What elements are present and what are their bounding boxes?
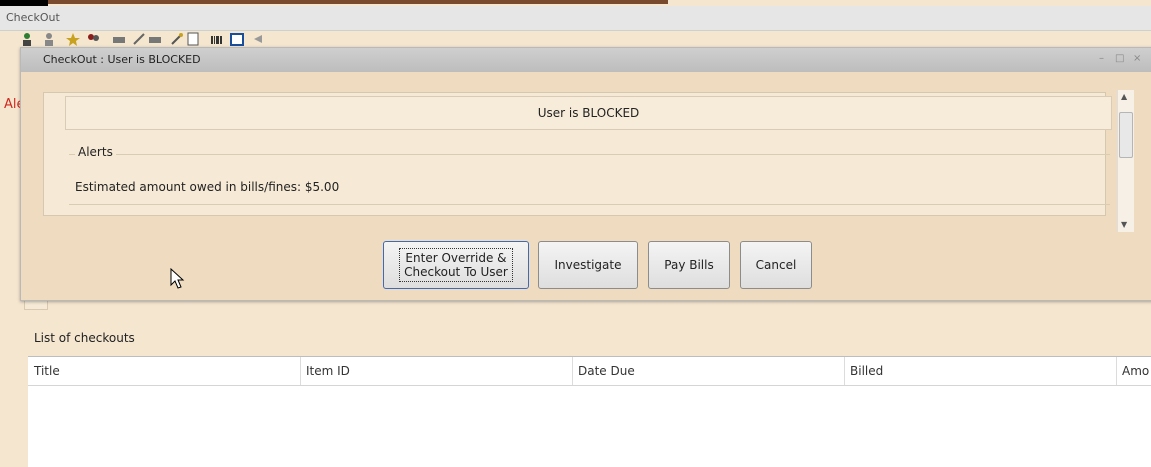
column-divider[interactable] [572, 357, 573, 385]
investigate-button[interactable]: Investigate [538, 241, 638, 289]
maximize-button[interactable]: □ [1115, 53, 1124, 64]
document-icon[interactable] [186, 32, 200, 46]
window-top-accent [48, 0, 668, 4]
app-title-bar: CheckOut [0, 6, 1151, 31]
dialog-title: CheckOut : User is BLOCKED [43, 53, 201, 66]
override-checkout-button[interactable]: Enter Override & Checkout To User [383, 241, 529, 289]
scroll-down-icon[interactable]: ▼ [1121, 220, 1127, 229]
override-checkout-label: Enter Override & Checkout To User [399, 248, 513, 282]
column-header-date-due[interactable]: Date Due [578, 364, 635, 378]
cancel-button[interactable]: Cancel [740, 241, 812, 289]
override-label-line2: Checkout To User [404, 265, 508, 279]
dialog-scrollbar[interactable]: ▲ ▼ [1117, 90, 1134, 232]
scroll-up-icon[interactable]: ▲ [1121, 92, 1127, 101]
app-title: CheckOut [6, 11, 60, 24]
barcode-icon[interactable] [210, 32, 224, 46]
alerts-group-bottom-border [69, 204, 1110, 205]
close-button[interactable]: × [1133, 53, 1141, 64]
pay-bills-button[interactable]: Pay Bills [648, 241, 730, 289]
column-header-billed[interactable]: Billed [850, 364, 883, 378]
status-message: User is BLOCKED [537, 106, 640, 120]
column-header-title[interactable]: Title [34, 364, 60, 378]
scroll-thumb[interactable] [1119, 112, 1133, 158]
pen-icon[interactable] [132, 32, 146, 46]
checkouts-list-label: List of checkouts [34, 331, 135, 345]
column-divider[interactable] [1116, 357, 1117, 385]
printer-icon[interactable] [112, 32, 126, 46]
dialog-title-bar[interactable]: CheckOut : User is BLOCKED – □ × [21, 48, 1151, 72]
override-label-line1: Enter Override & [405, 251, 507, 265]
user-icon[interactable] [20, 32, 34, 46]
mouse-cursor-icon [170, 268, 185, 289]
alerts-label: Alerts [75, 145, 116, 159]
checkouts-table-header: Title Item ID Date Due Billed Amo [28, 357, 1151, 386]
column-divider[interactable] [300, 357, 301, 385]
star-icon[interactable] [66, 32, 80, 46]
calendar-icon[interactable] [230, 32, 244, 46]
person-icon[interactable] [42, 32, 56, 46]
magic-wand-icon[interactable] [170, 32, 184, 46]
truck-icon[interactable] [148, 32, 162, 46]
arrow-icon[interactable] [252, 32, 266, 46]
column-header-item-id[interactable]: Item ID [306, 364, 350, 378]
column-header-amount[interactable]: Amo [1122, 364, 1149, 378]
column-divider[interactable] [844, 357, 845, 385]
people-icon[interactable] [86, 32, 100, 46]
alert-message: Estimated amount owed in bills/fines: $5… [75, 180, 340, 194]
checkouts-table[interactable]: Title Item ID Date Due Billed Amo [28, 356, 1151, 467]
alerts-group-top-border [69, 154, 1110, 155]
status-message-box: User is BLOCKED [65, 96, 1112, 130]
minimize-button[interactable]: – [1099, 53, 1104, 64]
blocked-user-dialog: CheckOut : User is BLOCKED – □ × User is… [20, 47, 1151, 301]
